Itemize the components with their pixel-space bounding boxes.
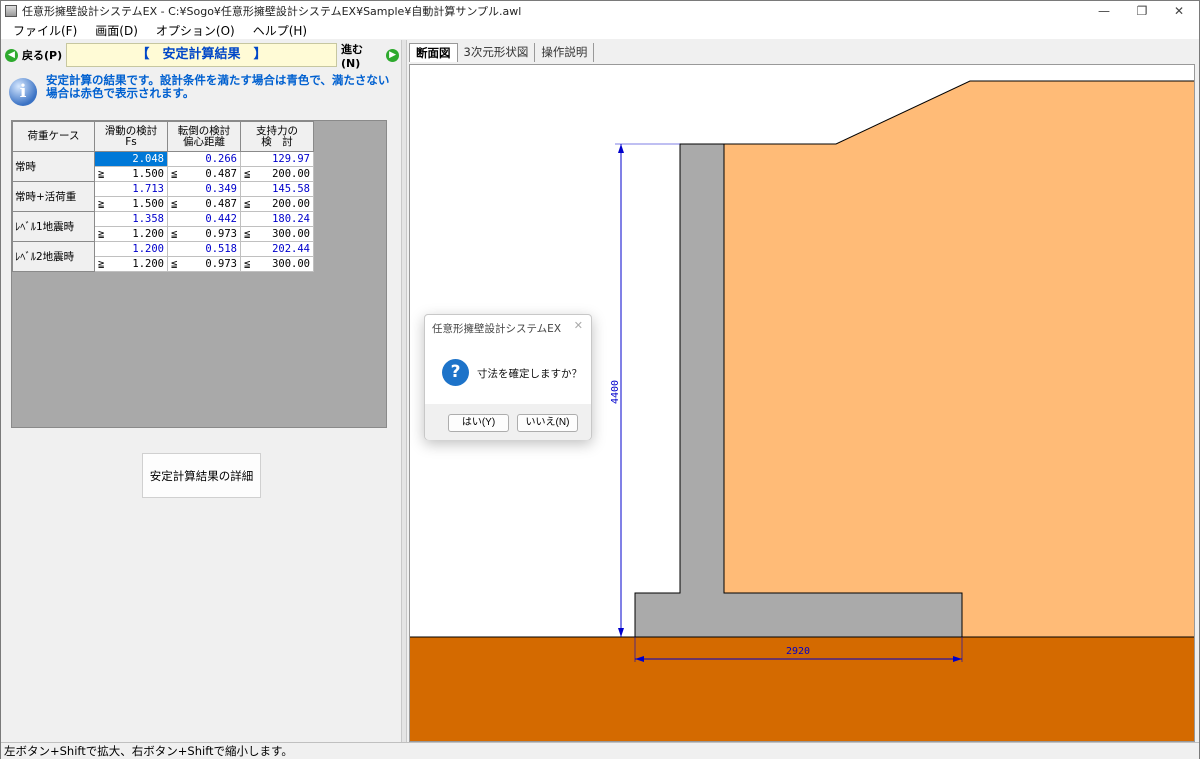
menu-view[interactable]: 画面(D) xyxy=(95,22,138,39)
bearing-limit-cell[interactable]: ≦ 300.00 xyxy=(240,256,314,272)
eccentricity-value-cell[interactable]: 0.349 xyxy=(167,181,241,197)
sliding-value-cell[interactable]: 1.200 xyxy=(94,241,168,257)
header-load-case: 荷重ケース xyxy=(12,121,95,152)
width-dimension-label: 2920 xyxy=(786,646,810,657)
view-tabs: 断面図 3次元形状図 操作説明 xyxy=(409,43,595,63)
table-row: 常時 2.048 0.266 129.97 xyxy=(12,151,314,182)
menu-help[interactable]: ヘルプ(H) xyxy=(253,22,307,39)
left-pane: ◀ 戻る(P) 【 安定計算結果 】 進む(N) ▶ i 安定計算の結果です。設… xyxy=(1,40,401,742)
menu-options[interactable]: オプション(O) xyxy=(156,22,235,39)
menu-file[interactable]: ファイル(F) xyxy=(13,22,77,39)
back-label: 戻る(P) xyxy=(22,49,63,62)
bearing-value-cell[interactable]: 145.58 xyxy=(240,181,314,197)
dialog-message: 寸法を確定しますか？ xyxy=(477,368,582,380)
table-row: 常時+活荷重 1.713 0.349 145.58 xyxy=(12,181,314,212)
forward-button[interactable]: 進む(N) ▶ xyxy=(341,42,399,70)
no-button[interactable]: いいえ(N) xyxy=(517,414,578,432)
table-row: ﾚﾍﾞﾙ2地震時 1.200 0.518 202.44 xyxy=(12,241,314,272)
dialog-close-button[interactable]: ✕ xyxy=(574,319,583,332)
close-button[interactable]: ✕ xyxy=(1159,1,1199,21)
height-arrow-bottom xyxy=(618,628,624,637)
menu-bar: ファイル(F) 画面(D) オプション(O) ヘルプ(H) xyxy=(1,21,1199,39)
header-sliding: 滑動の検討 Fs xyxy=(94,121,168,152)
load-case-cell[interactable]: 常時 xyxy=(12,151,95,182)
header-bearing: 支持力の 検 討 xyxy=(240,121,314,152)
eccentricity-value-cell[interactable]: 0.266 xyxy=(167,151,241,167)
load-case-cell[interactable]: ﾚﾍﾞﾙ2地震時 xyxy=(12,241,95,272)
confirm-dialog: 任意形擁壁設計システムEX ✕ ? 寸法を確定しますか？ はい(Y) いいえ(N… xyxy=(424,314,592,440)
bearing-value-cell[interactable]: 202.44 xyxy=(240,241,314,257)
sliding-limit-cell[interactable]: ≧ 1.200 xyxy=(94,226,168,242)
tab-3d[interactable]: 3次元形状図 xyxy=(457,43,536,62)
back-button[interactable]: ◀ 戻る(P) xyxy=(5,43,63,67)
bearing-limit-cell[interactable]: ≦ 200.00 xyxy=(240,166,314,182)
info-icon: i xyxy=(9,78,37,106)
bearing-limit-cell[interactable]: ≦ 300.00 xyxy=(240,226,314,242)
eccentricity-value-cell[interactable]: 0.442 xyxy=(167,211,241,227)
status-bar: 左ボタン+Shiftで拡大、右ボタン+Shiftで縮小します。 xyxy=(1,742,1199,759)
sliding-value-cell[interactable]: 2.048 xyxy=(94,151,168,167)
eccentricity-limit-cell[interactable]: ≦ 0.973 xyxy=(167,226,241,242)
restore-button[interactable]: ❐ xyxy=(1122,1,1162,21)
info-text: 安定計算の結果です。設計条件を満たす場合は青色で、満たさない場合は赤色で表示され… xyxy=(46,73,390,100)
load-case-cell[interactable]: 常時+活荷重 xyxy=(12,181,95,212)
window-title: 任意形擁壁設計システムEX - C:¥Sogo¥任意形擁壁設計システムEX¥Sa… xyxy=(22,5,522,18)
bearing-value-cell[interactable]: 180.24 xyxy=(240,211,314,227)
page-title: 【 安定計算結果 】 xyxy=(66,43,337,67)
app-icon xyxy=(5,5,17,17)
bearing-limit-cell[interactable]: ≦ 200.00 xyxy=(240,196,314,212)
dialog-title: 任意形擁壁設計システムEX xyxy=(432,323,562,335)
eccentricity-limit-cell[interactable]: ≦ 0.487 xyxy=(167,196,241,212)
result-grid: 荷重ケース 滑動の検討 Fs 転倒の検討 偏心距離 支持力の 検 討 常時 2.… xyxy=(12,121,314,272)
sliding-value-cell[interactable]: 1.713 xyxy=(94,181,168,197)
eccentricity-value-cell[interactable]: 0.518 xyxy=(167,241,241,257)
question-icon: ? xyxy=(442,359,469,386)
app-window: 任意形擁壁設計システムEX - C:¥Sogo¥任意形擁壁設計システムEX¥Sa… xyxy=(0,0,1200,759)
height-dimension-label: 4400 xyxy=(610,380,621,404)
sliding-limit-cell[interactable]: ≧ 1.500 xyxy=(94,166,168,182)
forward-label: 進む(N) xyxy=(341,42,363,70)
minimize-button[interactable]: — xyxy=(1084,1,1124,21)
header-overturning: 転倒の検討 偏心距離 xyxy=(167,121,241,152)
title-bar: 任意形擁壁設計システムEX - C:¥Sogo¥任意形擁壁設計システムEX¥Sa… xyxy=(1,1,1199,21)
arrow-left-icon: ◀ xyxy=(5,48,18,62)
eccentricity-limit-cell[interactable]: ≦ 0.973 xyxy=(167,256,241,272)
tab-help[interactable]: 操作説明 xyxy=(535,43,595,62)
tab-section[interactable]: 断面図 xyxy=(409,43,458,62)
eccentricity-limit-cell[interactable]: ≦ 0.487 xyxy=(167,166,241,182)
sliding-limit-cell[interactable]: ≧ 1.500 xyxy=(94,196,168,212)
yes-button[interactable]: はい(Y) xyxy=(448,414,509,432)
info-message: i 安定計算の結果です。設計条件を満たす場合は青色で、満たさない場合は赤色で表示… xyxy=(9,73,394,113)
stability-detail-button[interactable]: 安定計算結果の詳細 xyxy=(142,453,261,498)
sliding-value-cell[interactable]: 1.358 xyxy=(94,211,168,227)
sliding-limit-cell[interactable]: ≧ 1.200 xyxy=(94,256,168,272)
dialog-footer: はい(Y) いいえ(N) xyxy=(425,404,591,440)
height-arrow-top xyxy=(618,144,624,153)
nav-row: ◀ 戻る(P) 【 安定計算結果 】 進む(N) ▶ xyxy=(3,42,399,70)
table-row: ﾚﾍﾞﾙ1地震時 1.358 0.442 180.24 xyxy=(12,211,314,242)
arrow-right-icon: ▶ xyxy=(386,48,399,62)
backfill-soil xyxy=(723,80,1194,638)
load-case-cell[interactable]: ﾚﾍﾞﾙ1地震時 xyxy=(12,211,95,242)
bearing-value-cell[interactable]: 129.97 xyxy=(240,151,314,167)
result-grid-area: 荷重ケース 滑動の検討 Fs 転倒の検討 偏心距離 支持力の 検 討 常時 2.… xyxy=(11,120,387,428)
